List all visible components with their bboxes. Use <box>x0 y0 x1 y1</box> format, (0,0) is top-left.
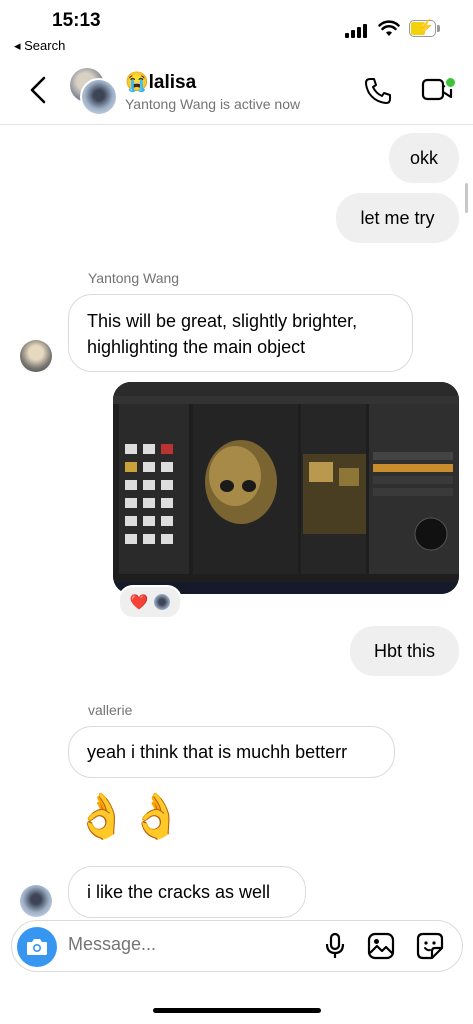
wifi-icon <box>378 20 400 42</box>
home-indicator[interactable] <box>153 1008 321 1013</box>
sent-message[interactable]: okk <box>389 133 459 183</box>
avatar <box>80 78 118 116</box>
emoji-message[interactable]: 👌👌 <box>74 790 184 842</box>
group-avatar[interactable] <box>70 68 118 116</box>
cellular-signal-icon <box>345 24 367 38</box>
camera-icon <box>27 939 47 955</box>
avatar[interactable] <box>20 340 52 372</box>
active-status: Yantong Wang is active now <box>125 96 301 112</box>
shared-image[interactable] <box>113 382 459 594</box>
scrollbar[interactable] <box>465 183 468 213</box>
sticker-icon[interactable] <box>416 932 444 965</box>
sender-name: vallerie <box>88 702 133 718</box>
received-message[interactable]: i like the cracks as well <box>68 866 306 918</box>
back-to-search-link[interactable]: ◂ Search <box>14 38 65 54</box>
received-message[interactable]: This will be great, slightly brighter, h… <box>68 294 413 372</box>
back-button[interactable] <box>28 75 48 110</box>
photo-gallery-icon[interactable] <box>367 932 395 965</box>
header-divider <box>0 124 473 125</box>
status-time: 15:13 <box>52 10 101 31</box>
message-input[interactable] <box>68 934 298 955</box>
active-indicator <box>444 76 457 89</box>
sent-message[interactable]: Hbt this <box>350 626 459 676</box>
sender-name: Yantong Wang <box>88 270 180 286</box>
heart-reaction: ❤️ <box>129 594 149 611</box>
message-reactions[interactable]: ❤️ <box>118 585 182 619</box>
battery-icon: ⚡ <box>409 18 436 37</box>
phone-icon[interactable] <box>363 76 393 111</box>
contact-name[interactable]: 😭lalisa <box>125 70 196 94</box>
microphone-icon[interactable] <box>322 932 348 965</box>
sent-message[interactable]: let me try <box>336 193 459 243</box>
reactor-avatar <box>154 594 171 610</box>
battery-tip <box>437 25 440 32</box>
camera-button[interactable] <box>17 927 57 967</box>
received-message[interactable]: yeah i think that is muchh betterr <box>68 726 395 778</box>
avatar[interactable] <box>20 885 52 917</box>
